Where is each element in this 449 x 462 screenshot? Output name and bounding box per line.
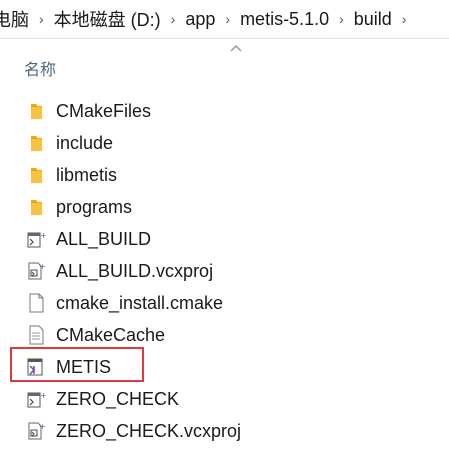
file-row[interactable]: include (0, 127, 449, 159)
vcxproj-file-icon: + (25, 421, 47, 441)
breadcrumb-item[interactable]: metis-5.1.0 (236, 9, 333, 30)
file-list: CMakeFiles include libmetis programs + A… (0, 95, 449, 447)
svg-text:+: + (39, 422, 46, 431)
text-file-icon (25, 325, 47, 345)
generic-file-icon (25, 293, 47, 313)
file-row[interactable]: + ALL_BUILD.vcxproj (0, 255, 449, 287)
breadcrumb-item[interactable]: 本地磁盘 (D:) (50, 6, 165, 32)
folder-icon (25, 133, 47, 153)
file-name: CMakeCache (56, 325, 166, 345)
file-row[interactable]: programs (0, 191, 449, 223)
breadcrumb-chevron-icon[interactable]: › (165, 11, 182, 27)
file-row[interactable]: libmetis (0, 159, 449, 191)
breadcrumb-item[interactable]: build (350, 9, 396, 30)
vs-project-icon: + (25, 229, 47, 249)
file-name: ZERO_CHECK (56, 389, 180, 409)
breadcrumb-chevron-icon[interactable]: › (219, 11, 236, 27)
file-name: CMakeFiles (56, 101, 152, 121)
folder-icon (25, 165, 47, 185)
vcxproj-file-icon: + (25, 261, 47, 281)
svg-text:+: + (39, 262, 46, 271)
file-row[interactable]: CMakeFiles (0, 95, 449, 127)
sort-ascending-caret-icon[interactable] (229, 43, 243, 53)
file-row[interactable]: cmake_install.cmake (0, 287, 449, 319)
vs-project-icon: + (25, 389, 47, 409)
file-name: programs (56, 197, 133, 217)
file-row[interactable]: + ZERO_CHECK (0, 383, 449, 415)
column-header-name[interactable]: 名称 (24, 56, 56, 80)
breadcrumb-chevron-icon[interactable]: › (333, 11, 350, 27)
breadcrumb-chevron-icon[interactable]: › (396, 11, 413, 27)
highlight-box (10, 347, 144, 382)
breadcrumb-chevron-icon[interactable]: › (33, 11, 50, 27)
file-row[interactable]: + ZERO_CHECK.vcxproj (0, 415, 449, 447)
file-row[interactable]: + ALL_BUILD (0, 223, 449, 255)
breadcrumb-item[interactable]: 电脑 (0, 6, 33, 32)
folder-icon (25, 197, 47, 217)
folder-icon (25, 101, 47, 121)
breadcrumb: 电脑›本地磁盘 (D:)›app›metis-5.1.0›build› (0, 0, 449, 39)
file-name: include (56, 133, 114, 153)
file-name: cmake_install.cmake (56, 293, 224, 313)
file-name: libmetis (56, 165, 118, 185)
svg-text:+: + (40, 231, 47, 240)
svg-text:+: + (40, 391, 47, 400)
file-name: ALL_BUILD.vcxproj (56, 261, 214, 281)
file-name: ZERO_CHECK.vcxproj (56, 421, 242, 441)
breadcrumb-item[interactable]: app (181, 9, 219, 30)
file-name: ALL_BUILD (56, 229, 152, 249)
